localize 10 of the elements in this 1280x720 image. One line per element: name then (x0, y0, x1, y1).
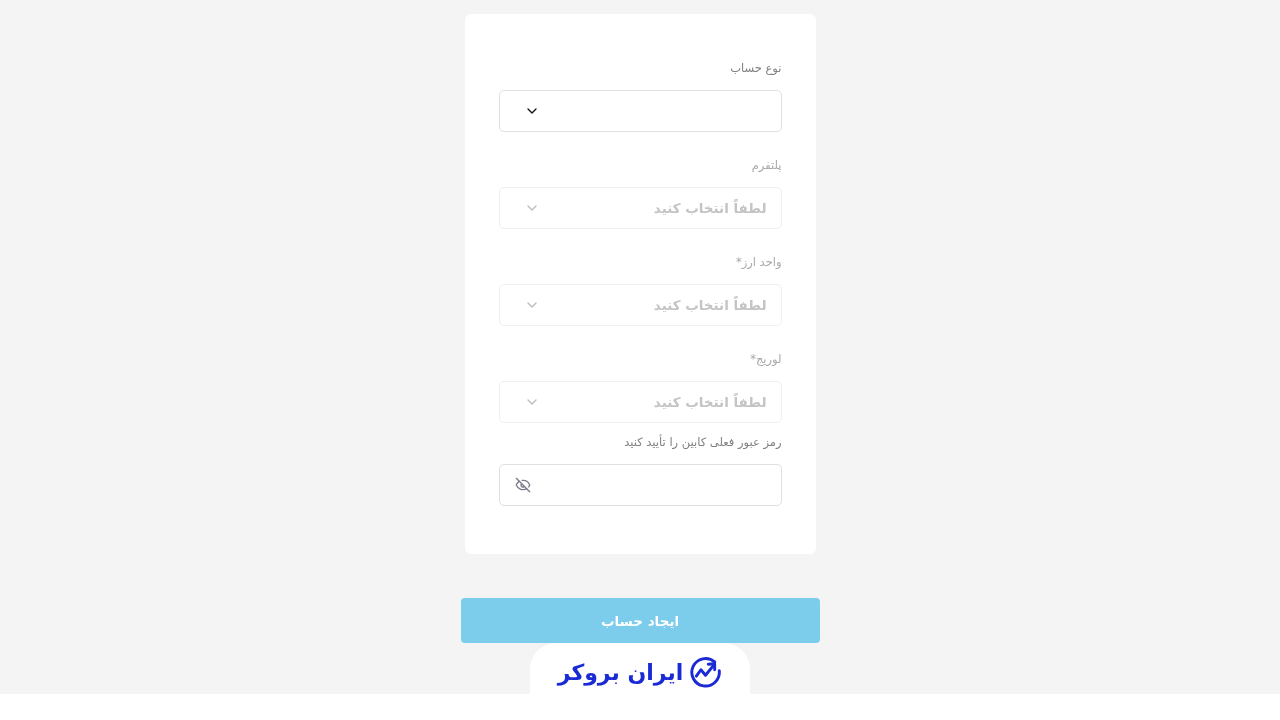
eye-off-icon[interactable] (514, 477, 531, 493)
select-field[interactable] (498, 90, 782, 132)
field-label: واحد ارز* (735, 254, 782, 271)
field-label: نوع حساب (730, 60, 782, 77)
password-field[interactable] (498, 464, 782, 506)
logo-text: ایران بروکر (557, 661, 684, 684)
trend-circle-icon (689, 656, 723, 689)
field-label: رمز عبور فعلی کابین را تأیید کنید (624, 433, 782, 451)
field-label: پلتفرم (751, 157, 782, 174)
field-label: لوریج* (750, 351, 782, 368)
